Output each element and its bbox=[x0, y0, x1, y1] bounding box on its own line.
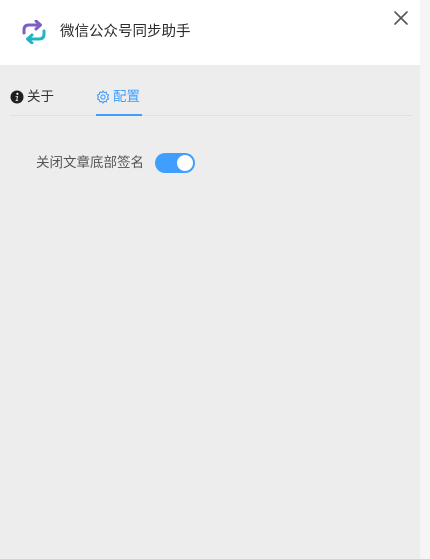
tab-bar: 关于 配置 bbox=[10, 0, 412, 117]
scrollbar-track[interactable] bbox=[420, 0, 430, 559]
toggle-knob bbox=[177, 155, 193, 171]
tab-divider bbox=[10, 115, 412, 116]
info-icon bbox=[10, 90, 24, 104]
active-tab-indicator bbox=[96, 114, 142, 116]
tab-config-label: 配置 bbox=[113, 89, 140, 105]
tab-about-label: 关于 bbox=[27, 89, 54, 105]
gear-icon bbox=[96, 90, 110, 104]
tab-config[interactable]: 配置 bbox=[96, 87, 140, 117]
setting-label: 关闭文章底部签名 bbox=[36, 155, 144, 171]
tab-about[interactable]: 关于 bbox=[10, 87, 54, 117]
close-signature-toggle[interactable] bbox=[155, 153, 195, 173]
setting-row-close-signature: 关闭文章底部签名 bbox=[36, 152, 195, 174]
